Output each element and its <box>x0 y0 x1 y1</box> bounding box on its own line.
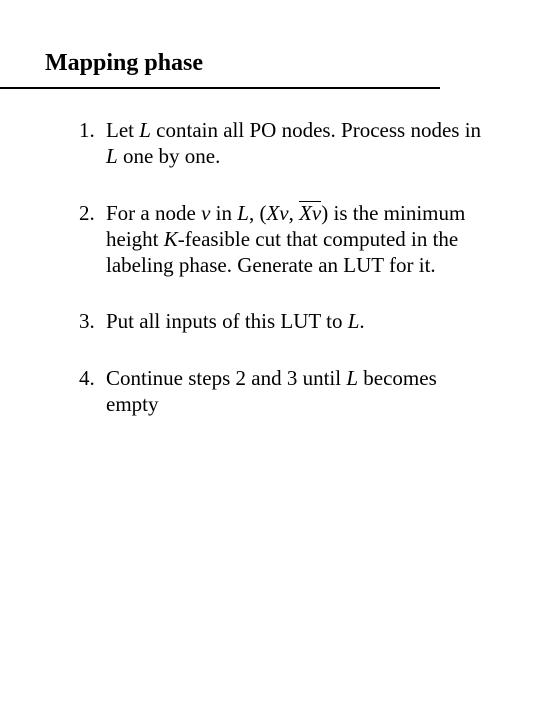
var-L: L <box>348 309 360 333</box>
step-list: Let L contain all PO nodes. Process node… <box>45 117 490 417</box>
step-2-text-a: For a node <box>106 201 201 225</box>
step-3-text-b: . <box>359 309 364 333</box>
step-1-text-b: contain all PO nodes. Process nodes in <box>151 118 481 142</box>
step-4: Continue steps 2 and 3 until L becomes e… <box>100 365 490 418</box>
var-L: L <box>237 201 249 225</box>
var-L: L <box>346 366 358 390</box>
cut-comma: , <box>289 201 300 225</box>
step-2-text-b: in <box>210 201 237 225</box>
step-1: Let L contain all PO nodes. Process node… <box>100 117 490 170</box>
var-L: L <box>139 118 151 142</box>
step-1-text-a: Let <box>106 118 139 142</box>
step-1-text-c: one by one. <box>118 144 221 168</box>
var-L: L <box>106 144 118 168</box>
cut-Xv-bar: Xv <box>299 200 321 226</box>
step-3: Put all inputs of this LUT to L. <box>100 308 490 334</box>
cut-Xv: Xv <box>266 201 288 225</box>
step-3-text-a: Put all inputs of this LUT to <box>106 309 348 333</box>
cut-notation: (Xv, Xv) <box>259 201 328 225</box>
algorithm-page: Mapping phase Let L contain all PO nodes… <box>0 0 540 417</box>
var-v: v <box>201 201 210 225</box>
step-2-text-c: , <box>249 201 260 225</box>
step-2: For a node v in L, (Xv, Xv) is the minim… <box>100 200 490 279</box>
section-title: Mapping phase <box>45 50 490 77</box>
var-K: K <box>164 227 178 251</box>
title-rule <box>0 87 440 89</box>
step-4-text-a: Continue steps 2 and 3 until <box>106 366 346 390</box>
